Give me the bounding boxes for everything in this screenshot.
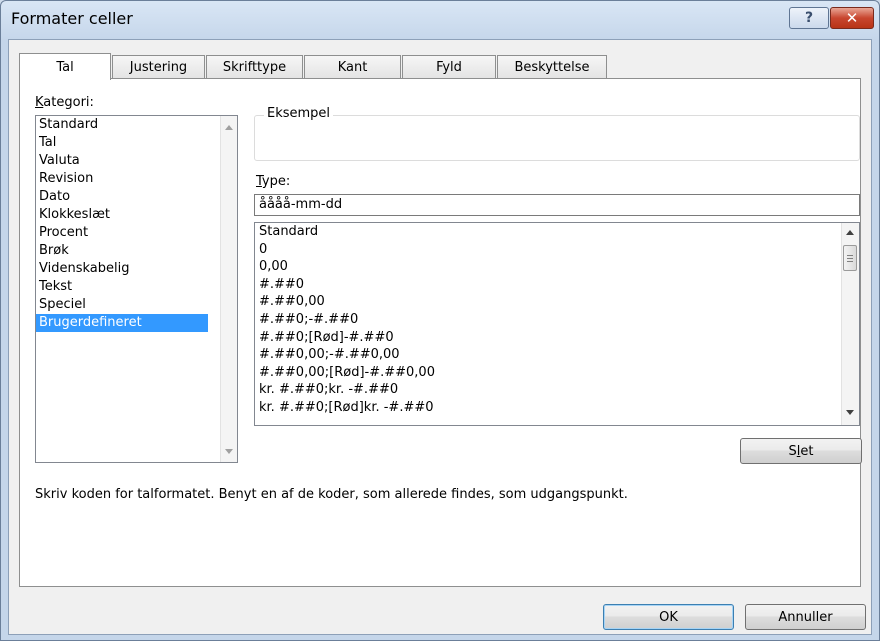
format-code-item[interactable]: 0 (255, 241, 859, 259)
format-code-item[interactable]: kr. #.##0;kr. -#.##0 (255, 381, 859, 399)
type-input[interactable]: åååå-mm-dd (254, 194, 860, 216)
window-title: Formater celler (11, 9, 133, 28)
category-item[interactable]: Tekst (36, 278, 208, 296)
format-code-item[interactable]: #.##0 (255, 276, 859, 294)
category-list[interactable]: Standard Tal Valuta Revision Dato Klokke… (35, 115, 238, 463)
format-code-list[interactable]: Standard 0 0,00 #.##0 #.##0,00 #.##0;-#.… (254, 222, 860, 426)
dialog-client-area: Tal Justering Skrifttype Kant Fyld Besky… (8, 39, 872, 635)
format-code-item[interactable]: #.##0,00;[Rød]-#.##0,00 (255, 364, 859, 382)
category-item[interactable]: Valuta (36, 152, 208, 170)
help-icon: ? (804, 10, 814, 26)
tab-justering[interactable]: Justering (112, 55, 205, 79)
title-bar: Formater celler ? ✕ (1, 1, 879, 39)
category-item[interactable]: Speciel (36, 296, 208, 314)
category-scrollbar[interactable] (220, 116, 237, 462)
close-icon: ✕ (845, 9, 859, 27)
tab-panel-tal: Kategori: Standard Tal Valuta Revision D… (19, 78, 862, 587)
category-item[interactable]: Standard (36, 116, 208, 134)
category-item[interactable]: Videnskabelig (36, 260, 208, 278)
format-code-item[interactable]: #.##0,00 (255, 293, 859, 311)
format-code-item[interactable]: #.##0;[Rød]-#.##0 (255, 329, 859, 347)
tab-skrifttype[interactable]: Skrifttype (206, 55, 303, 79)
format-code-item[interactable]: #.##0;-#.##0 (255, 311, 859, 329)
category-item-selected[interactable]: Brugerdefineret (36, 314, 208, 332)
format-scrollbar[interactable] (841, 223, 859, 425)
sample-box (254, 115, 860, 161)
category-item[interactable]: Dato (36, 188, 208, 206)
category-label: Kategori: (35, 95, 94, 110)
help-button[interactable]: ? (789, 7, 829, 29)
close-button[interactable]: ✕ (830, 7, 874, 29)
scroll-thumb[interactable] (843, 245, 857, 271)
category-item[interactable]: Brøk (36, 242, 208, 260)
delete-button[interactable]: Sl et (740, 438, 862, 464)
format-code-item[interactable]: kr. #.##0;[Rød]kr. -#.##0 (255, 399, 859, 417)
category-item[interactable]: Klokkeslæt (36, 206, 208, 224)
ok-button[interactable]: OK (603, 604, 734, 630)
tab-fyld[interactable]: Fyld (402, 55, 496, 79)
format-code-item[interactable]: #.##0,00;-#.##0,00 (255, 346, 859, 364)
scroll-down-arrow-icon[interactable] (846, 410, 854, 415)
scroll-down-arrow-icon[interactable] (225, 449, 233, 454)
tab-kant[interactable]: Kant (304, 55, 401, 79)
scroll-up-arrow-icon[interactable] (846, 230, 854, 235)
category-item[interactable]: Tal (36, 134, 208, 152)
category-item[interactable]: Revision (36, 170, 208, 188)
tab-tal[interactable]: Tal (19, 53, 111, 80)
format-code-item[interactable]: Standard (255, 223, 859, 241)
help-text: Skriv koden for talformatet. Benyt en af… (35, 487, 628, 502)
type-label: Type: (256, 174, 291, 189)
tab-beskyttelse[interactable]: Beskyttelse (497, 55, 607, 79)
category-item[interactable]: Procent (36, 224, 208, 242)
format-cells-dialog: Formater celler ? ✕ Tal Justering Skrift… (0, 0, 880, 641)
format-code-item[interactable]: 0,00 (255, 258, 859, 276)
sample-legend: Eksempel (264, 106, 334, 121)
cancel-button[interactable]: Annuller (745, 604, 866, 630)
scroll-up-arrow-icon[interactable] (225, 125, 233, 130)
